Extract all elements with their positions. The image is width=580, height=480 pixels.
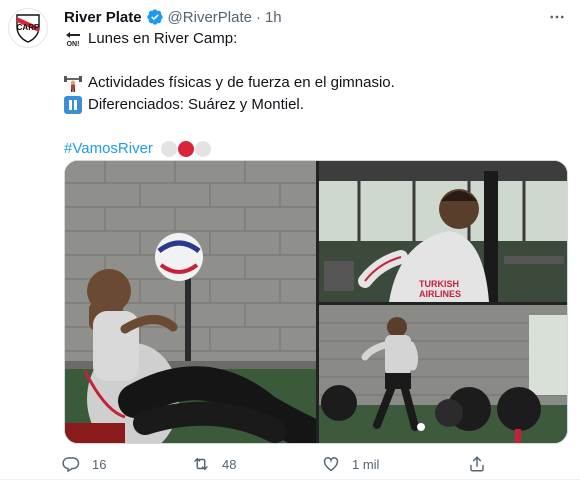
timestamp[interactable]: 1h [265,9,282,26]
like-count: 1 mil [352,456,380,472]
like-button[interactable]: 1 mil [322,455,379,473]
flag-dot-white-2 [194,141,211,157]
weightlifter-icon [64,74,82,92]
reply-icon [62,457,80,473]
photo-3[interactable] [319,305,567,443]
author-handle[interactable]: @RiverPlate [168,9,252,26]
svg-text:CARP: CARP [17,23,40,32]
retweet-count: 48 [222,456,237,472]
tweet-line: Actividades físicas y de fuerza en el gi… [88,74,395,91]
river-plate-crest-icon: CARP [16,14,40,43]
author-name[interactable]: River Plate [64,9,142,26]
flag-dot-red [177,141,194,157]
share-icon [470,456,484,472]
action-bar: 16 48 1 mil [58,452,498,476]
text-line-3: Diferenciados: Suárez y Montiel. [64,94,564,116]
reply-button[interactable]: 16 [62,455,106,473]
on-arrow-icon: ON! [64,30,82,48]
text-line-1: ON! Lunes en River Camp: [64,28,564,50]
more-icon[interactable] [544,6,570,28]
photo-2[interactable]: TURKISH AIRLINES [319,161,567,302]
retweet-button[interactable]: 48 [192,455,236,473]
avatar[interactable]: CARP [8,8,48,48]
text-line-2: Actividades físicas y de fuerza en el gi… [64,72,564,94]
river-flag-emoji [160,141,211,157]
svg-text:ON!: ON! [67,41,80,48]
tweet-line: Diferenciados: Suárez y Montiel. [88,96,304,113]
photo-1[interactable] [65,161,316,443]
tweet-text: ON! Lunes en River Camp: Actividades fís… [64,28,564,160]
heart-icon [323,457,339,472]
share-button[interactable] [468,455,486,473]
tweet-header: River Plate @RiverPlate · 1h [64,6,570,28]
tweet[interactable]: CARP River Plate @RiverPlate · 1h ON! Lu… [0,0,580,480]
flag-dot-white-1 [160,141,177,157]
svg-text:AIRLINES: AIRLINES [419,289,461,299]
svg-text:TURKISH: TURKISH [419,279,459,289]
pause-icon [64,96,82,114]
tweet-line: Lunes en River Camp: [88,30,238,47]
retweet-icon [194,458,208,470]
reply-count: 16 [92,456,107,472]
verified-badge-icon [146,8,164,26]
separator-dot: · [255,8,261,26]
text-line-4: #VamosRiver [64,138,564,160]
media-grid: TURKISH AIRLINES [64,160,568,444]
hashtag-link[interactable]: #VamosRiver [64,138,153,160]
